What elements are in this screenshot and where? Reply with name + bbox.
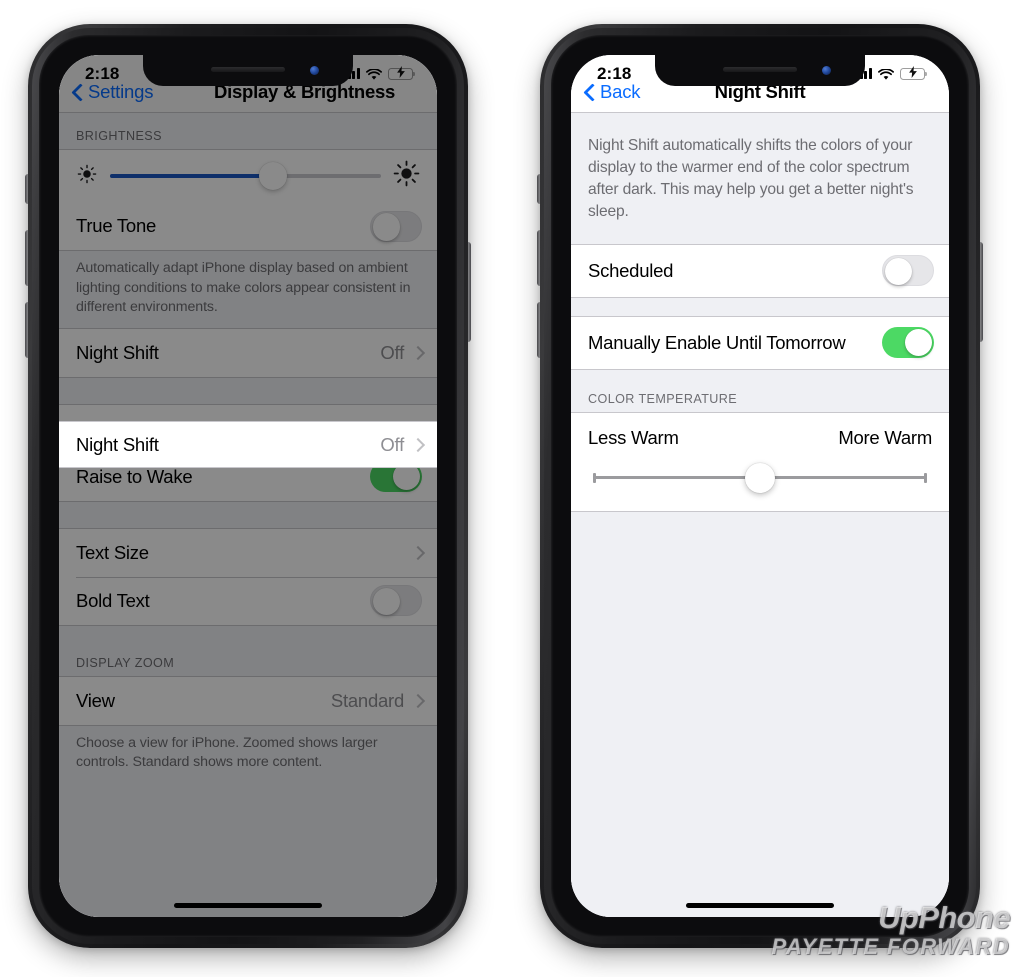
- display-brightness-settings-page: Settings Display & Brightness BRIGHTNESS: [59, 55, 437, 917]
- manual-group: Manually Enable Until Tomorrow: [571, 315, 949, 370]
- earpiece-speaker: [723, 67, 797, 72]
- chevron-right-icon: [413, 693, 422, 708]
- right-notch: [655, 55, 865, 86]
- row-right: Off: [380, 342, 422, 364]
- home-indicator[interactable]: [686, 903, 834, 908]
- brightness-high-icon: [393, 160, 420, 192]
- row-view[interactable]: View Standard: [59, 676, 437, 725]
- temperature-cap-left: [593, 472, 596, 483]
- row-label: Bold Text: [76, 589, 150, 611]
- row-bold-text[interactable]: Bold Text: [59, 576, 437, 625]
- row-label: Night Shift: [76, 433, 159, 455]
- left-scroll-content[interactable]: BRIGHTNESS True Tone Automatically adapt…: [59, 113, 437, 917]
- row-true-tone[interactable]: True Tone: [59, 202, 437, 250]
- night-shift-group: Night Shift Off: [59, 327, 437, 378]
- left-notch: [143, 55, 353, 86]
- row-label: View: [76, 689, 115, 711]
- row-label: Text Size: [76, 541, 149, 563]
- chevron-right-icon: [413, 437, 422, 452]
- left-phone-screen: Settings Display & Brightness BRIGHTNESS: [59, 55, 437, 917]
- color-temperature-group: Less Warm More Warm: [571, 411, 949, 512]
- left-phone-device: Settings Display & Brightness BRIGHTNESS: [25, 24, 471, 948]
- right-phone-bezel: Back Night Shift Night Shift automatical…: [551, 35, 969, 937]
- charging-bolt-icon: [908, 65, 917, 83]
- manually-enable-toggle[interactable]: [882, 327, 934, 359]
- temperature-cap-right: [924, 472, 927, 483]
- scheduled-group: Scheduled: [571, 243, 949, 298]
- wifi-icon: [878, 67, 894, 80]
- section-header-display-zoom: DISPLAY ZOOM: [76, 655, 175, 670]
- toggle-knob: [904, 328, 933, 357]
- brightness-group: True Tone: [59, 149, 437, 251]
- row-night-shift[interactable]: Night Shift Off: [59, 328, 437, 377]
- row-right: [404, 545, 422, 560]
- front-camera-icon: [822, 66, 831, 75]
- wifi-icon: [366, 67, 382, 80]
- row-label: True Tone: [76, 215, 157, 236]
- right-scroll-content[interactable]: Night Shift automatically shifts the col…: [571, 113, 949, 917]
- scheduled-toggle[interactable]: [882, 255, 934, 287]
- row-value: Off: [380, 341, 404, 363]
- brightness-track-fill: [110, 174, 273, 178]
- status-icons: [855, 65, 928, 83]
- brightness-slider[interactable]: [59, 150, 437, 202]
- row-value: Off: [380, 433, 404, 455]
- display-zoom-footnote: Choose a view for iPhone. Zoomed shows l…: [76, 734, 378, 771]
- right-phone-screen: Back Night Shift Night Shift automatical…: [571, 55, 949, 917]
- earpiece-speaker: [211, 67, 285, 72]
- true-tone-toggle[interactable]: [370, 210, 422, 242]
- row-manually-enable[interactable]: Manually Enable Until Tomorrow: [571, 316, 949, 369]
- temperature-thumb[interactable]: [745, 462, 775, 493]
- less-warm-label: Less Warm: [588, 426, 679, 448]
- row-value: Standard: [330, 689, 404, 711]
- home-indicator[interactable]: [174, 903, 322, 908]
- row-label: Manually Enable Until Tomorrow: [588, 331, 846, 353]
- chevron-right-icon: [413, 545, 422, 560]
- temperature-labels: Less Warm More Warm: [588, 427, 932, 449]
- row-scheduled[interactable]: Scheduled: [571, 244, 949, 297]
- night-shift-settings-page: Back Night Shift Night Shift automatical…: [571, 55, 949, 917]
- chevron-right-icon: [413, 345, 422, 360]
- status-time: 2:18: [597, 63, 632, 83]
- brightness-track[interactable]: [110, 162, 381, 190]
- more-warm-label: More Warm: [838, 426, 932, 448]
- screenshot-canvas: Settings Display & Brightness BRIGHTNESS: [0, 0, 1024, 977]
- row-label: Night Shift: [76, 341, 159, 363]
- left-phone-bezel: Settings Display & Brightness BRIGHTNESS: [39, 35, 457, 937]
- charging-bolt-icon: [396, 65, 405, 83]
- row-label: Raise to Wake: [76, 465, 193, 487]
- true-tone-footnote: Automatically adapt iPhone display based…: [76, 260, 411, 316]
- toggle-knob: [372, 587, 401, 616]
- row-text-size[interactable]: Text Size: [59, 528, 437, 577]
- brightness-thumb[interactable]: [258, 162, 287, 190]
- toggle-knob: [372, 213, 401, 241]
- row-label: Scheduled: [588, 259, 674, 281]
- night-shift-highlight[interactable]: Night Shift Off: [59, 421, 437, 468]
- status-icons: [343, 65, 416, 83]
- bold-text-toggle[interactable]: [370, 585, 422, 617]
- status-time: 2:18: [85, 63, 120, 83]
- right-phone-device: Back Night Shift Night Shift automatical…: [537, 24, 983, 948]
- color-temperature-slider[interactable]: Less Warm More Warm: [571, 412, 949, 511]
- row-right: Off: [380, 434, 422, 456]
- toggle-knob: [884, 257, 913, 286]
- row-right: Standard: [331, 690, 422, 712]
- battery-charging-icon: [388, 65, 416, 83]
- section-header-color-temperature: COLOR TEMPERATURE: [588, 391, 738, 406]
- section-header-brightness: BRIGHTNESS: [76, 129, 162, 143]
- front-camera-icon: [310, 66, 319, 75]
- text-group: Text Size Bold Text: [59, 527, 437, 626]
- temperature-track[interactable]: [593, 462, 927, 493]
- row-night-shift-highlighted[interactable]: Night Shift Off: [59, 422, 437, 467]
- night-shift-description: Night Shift automatically shifts the col…: [588, 137, 914, 221]
- battery-charging-icon: [900, 65, 928, 83]
- display-zoom-group: View Standard: [59, 675, 437, 726]
- brightness-low-icon: [76, 163, 98, 190]
